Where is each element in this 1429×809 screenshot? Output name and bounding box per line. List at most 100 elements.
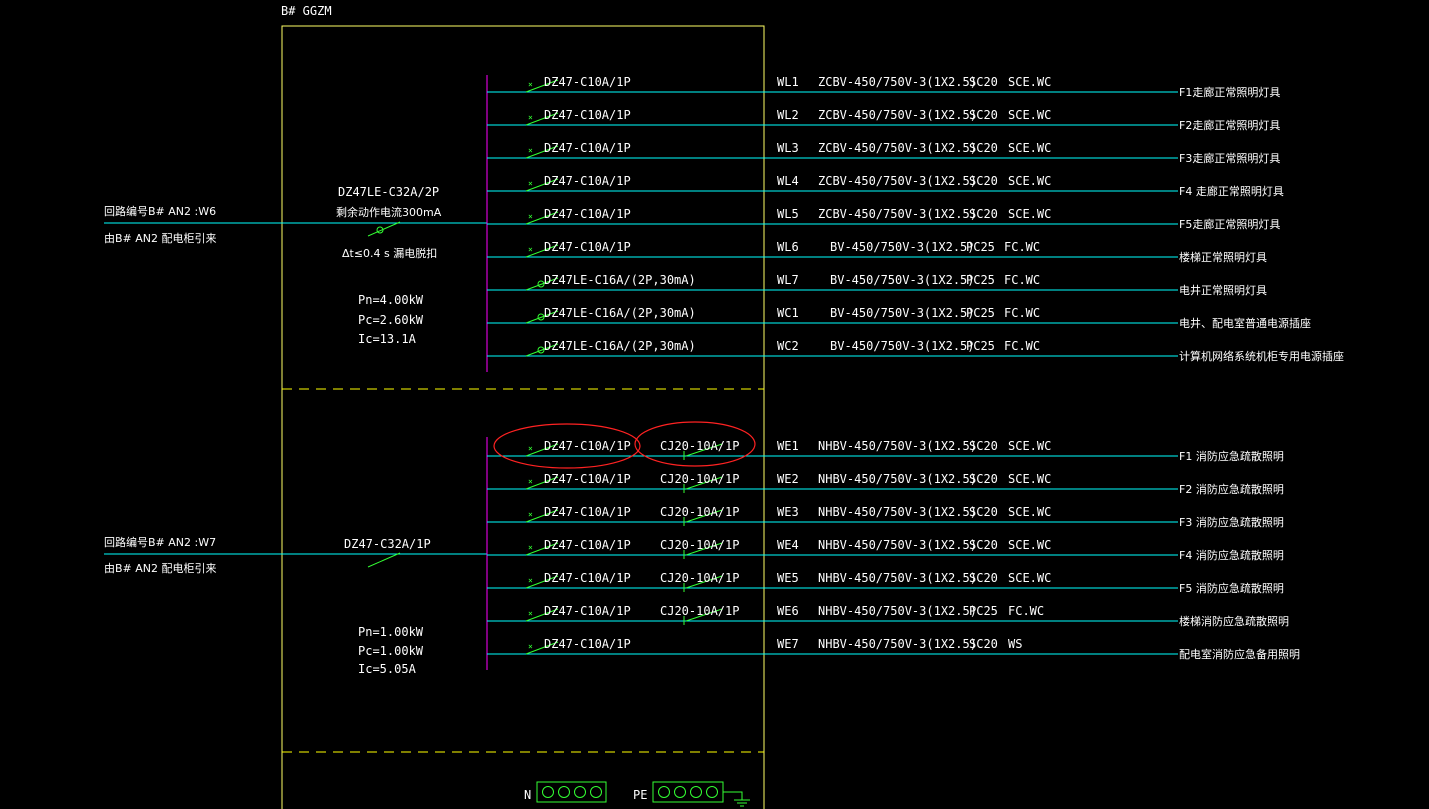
circuit-id: WL6: [777, 240, 799, 254]
contactor-label: CJ20-10A/1P: [660, 439, 739, 453]
conduit-spec: PC25: [969, 604, 998, 618]
contactor-label: CJ20-10A/1P: [660, 472, 739, 486]
circuit-id: WE2: [777, 472, 799, 486]
breaker-cross-icon: ×: [528, 245, 533, 254]
emergency-circuits: × DZ47-C10A/1P CJ20-10A/1P WE1 NHBV-450/750V…: [487, 421, 1300, 661]
circuit-id: WC1: [777, 306, 799, 320]
conduit-spec: SC20: [969, 571, 998, 585]
lighting-source-label: 回路编号B# AN2 :W6: [104, 204, 216, 218]
cable-spec: NHBV-450/750V-3(1X2.5): [818, 439, 977, 453]
breaker-label: DZ47-C10A/1P: [544, 75, 631, 89]
breaker-label: DZ47-C10A/1P: [544, 472, 631, 486]
pe-terminal: [674, 786, 686, 798]
n-terminal: [558, 786, 570, 798]
lighting-circuits: × DZ47-C10A/1P WL1 ZCBV-450/750V-3(1X2.5)SC…: [487, 75, 1344, 363]
breaker-cross-icon: ×: [528, 543, 533, 552]
contactor-label: CJ20-10A/1P: [660, 571, 739, 585]
breaker-label: DZ47LE-C16A/(2P,30mA): [544, 339, 696, 353]
load-description: F5 消防应急疏散照明: [1179, 581, 1284, 595]
conduit-spec: PC25: [966, 240, 995, 254]
emergency-from-label: 由B# AN2 配电柜引来: [104, 561, 217, 575]
emergency-ic: Ic=5.05A: [358, 662, 417, 676]
emergency-main-breaker-symbol: [367, 552, 401, 568]
breaker-cross-icon: ×: [528, 444, 533, 453]
breaker-cross-icon: ×: [528, 477, 533, 486]
lighting-pn: Pn=4.00kW: [358, 293, 424, 307]
laying-method: FC.WC: [1004, 240, 1040, 254]
breaker-cross-icon: ×: [528, 642, 533, 651]
pe-terminal: [658, 786, 670, 798]
breaker-cross-icon: ×: [528, 576, 533, 585]
conduit-spec: SC20: [969, 207, 998, 221]
lighting-main-breaker-symbol: [367, 221, 401, 237]
n-bar-label: N: [524, 788, 531, 802]
conduit-spec: SC20: [969, 538, 998, 552]
lighting-incoming: 回路编号B# AN2 :W6 由B# AN2 配电柜引来 DZ47LE-C32A…: [104, 75, 488, 372]
load-description: 电井正常照明灯具: [1179, 283, 1267, 297]
laying-method: SCE.WC: [1008, 108, 1051, 122]
contactor-label: CJ20-10A/1P: [660, 604, 739, 618]
emergency-source-label: 回路编号B# AN2 :W7: [104, 535, 216, 549]
laying-method: SCE.WC: [1008, 141, 1051, 155]
conduit-spec: PC25: [966, 273, 995, 287]
conduit-spec: PC25: [966, 306, 995, 320]
panel-name: B# GGZM: [281, 4, 332, 18]
circuit-id: WL3: [777, 141, 799, 155]
cable-spec: NHBV-450/750V-3(1X2.5): [818, 472, 977, 486]
breaker-cross-icon: ×: [528, 212, 533, 221]
breaker-label: DZ47-C10A/1P: [544, 538, 631, 552]
breaker-label: DZ47-C10A/1P: [544, 174, 631, 188]
contactor-label: CJ20-10A/1P: [660, 538, 739, 552]
load-description: F2走廊正常照明灯具: [1179, 118, 1280, 132]
lighting-circuit-row: DZ47LE-C16A/(2P,30mA) WC2 BV-450/750V-3(1X…: [487, 339, 1344, 363]
laying-method: SCE.WC: [1008, 174, 1051, 188]
breaker-cross-icon: ×: [528, 609, 533, 618]
circuit-id: WL2: [777, 108, 799, 122]
load-description: F5走廊正常照明灯具: [1179, 217, 1280, 231]
laying-method: SCE.WC: [1008, 538, 1051, 552]
lighting-main-breaker-label: DZ47LE-C32A/2P: [338, 185, 439, 199]
cable-spec: NHBV-450/750V-3(1X2.5): [818, 637, 977, 651]
circuit-id: WE1: [777, 439, 799, 453]
laying-method: FC.WC: [1004, 339, 1040, 353]
load-description: 楼梯消防应急疏散照明: [1179, 614, 1289, 628]
lighting-pc: Pc=2.60kW: [358, 313, 424, 327]
pe-bar-label: PE: [633, 788, 647, 802]
conduit-spec: SC20: [969, 472, 998, 486]
emergency-circuit-row: × DZ47-C10A/1P WE7 NHBV-450/750V-3(1X2.5)SC…: [487, 637, 1300, 661]
lighting-circuit-row: × DZ47-C10A/1P WL6 BV-450/750V-3(1X2.5)PC25…: [487, 240, 1267, 264]
lighting-ic: Ic=13.1A: [358, 332, 417, 346]
conduit-spec: SC20: [969, 439, 998, 453]
circuit-id: WE7: [777, 637, 799, 651]
laying-method: SCE.WC: [1008, 505, 1051, 519]
cable-spec: ZCBV-450/750V-3(1X2.5): [818, 108, 977, 122]
pe-terminal-bar: [652, 781, 724, 803]
load-description: 配电室消防应急备用照明: [1179, 647, 1300, 661]
laying-method: FC.WC: [1004, 273, 1040, 287]
cable-spec: ZCBV-450/750V-3(1X2.5): [818, 174, 977, 188]
n-terminal: [574, 786, 586, 798]
lighting-circuit-row: × DZ47-C10A/1P WL5 ZCBV-450/750V-3(1X2.5)SC…: [487, 207, 1280, 231]
emergency-circuit-row: × DZ47-C10A/1P CJ20-10A/1P WE4 NHBV-450/750V…: [487, 538, 1284, 562]
circuit-id: WL4: [777, 174, 799, 188]
pe-terminal: [706, 786, 718, 798]
ground-icon: [723, 791, 750, 807]
breaker-label: DZ47LE-C16A/(2P,30mA): [544, 273, 696, 287]
cable-spec: ZCBV-450/750V-3(1X2.5): [818, 141, 977, 155]
lighting-rcd-note: 剩余动作电流300mA: [336, 205, 442, 219]
laying-method: FC.WC: [1004, 306, 1040, 320]
emergency-circuit-row: × DZ47-C10A/1P CJ20-10A/1P WE2 NHBV-450/750V…: [487, 472, 1284, 496]
emergency-circuit-row: × DZ47-C10A/1P CJ20-10A/1P WE5 NHBV-450/750V…: [487, 571, 1284, 595]
cable-spec: NHBV-450/750V-3(1X2.5): [818, 571, 977, 585]
load-description: F3走廊正常照明灯具: [1179, 151, 1280, 165]
cable-spec: ZCBV-450/750V-3(1X2.5): [818, 207, 977, 221]
lighting-circuit-row: × DZ47-C10A/1P WL4 ZCBV-450/750V-3(1X2.5) SC…: [487, 174, 1284, 198]
cable-spec: BV-450/750V-3(1X2.5): [830, 306, 975, 320]
lighting-circuit-row: × DZ47-C10A/1P WL1 ZCBV-450/750V-3(1X2.5)SC…: [487, 75, 1280, 99]
circuit-id: WE4: [777, 538, 799, 552]
cable-spec: BV-450/750V-3(1X2.5): [830, 273, 975, 287]
lighting-circuit-row: × DZ47-C10A/1P WL3 ZCBV-450/750V-3(1X2.5)SC…: [487, 141, 1280, 165]
conduit-spec: SC20: [969, 75, 998, 89]
breaker-cross-icon: ×: [528, 179, 533, 188]
emergency-circuit-row: × DZ47-C10A/1P CJ20-10A/1P WE3 NHBV-450/750V…: [487, 505, 1284, 529]
